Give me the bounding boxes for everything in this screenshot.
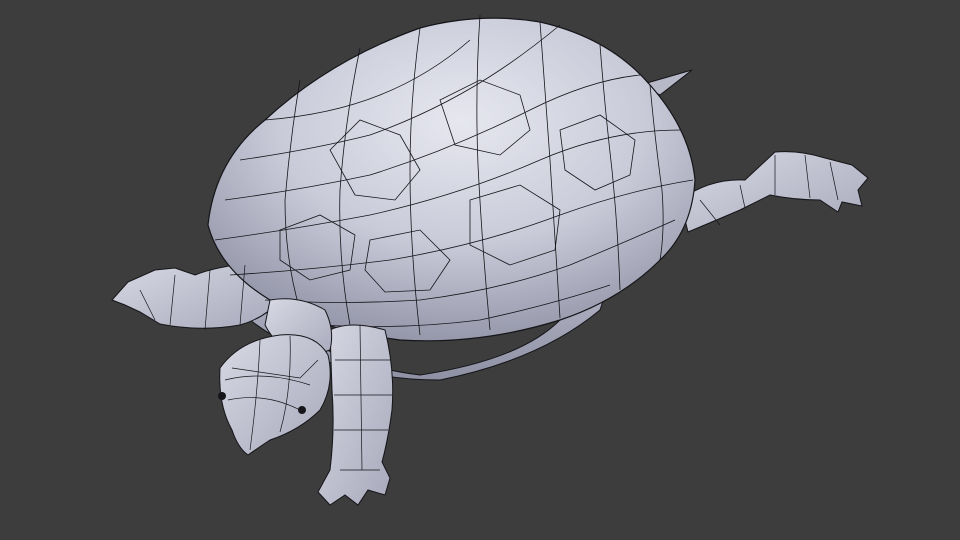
turtle-model[interactable] xyxy=(0,0,960,540)
head xyxy=(219,334,331,456)
shell xyxy=(207,17,696,342)
left-eye xyxy=(218,392,226,400)
right-eye xyxy=(298,406,306,414)
rear-right-leg xyxy=(679,151,869,233)
3d-viewport[interactable] xyxy=(0,0,960,540)
